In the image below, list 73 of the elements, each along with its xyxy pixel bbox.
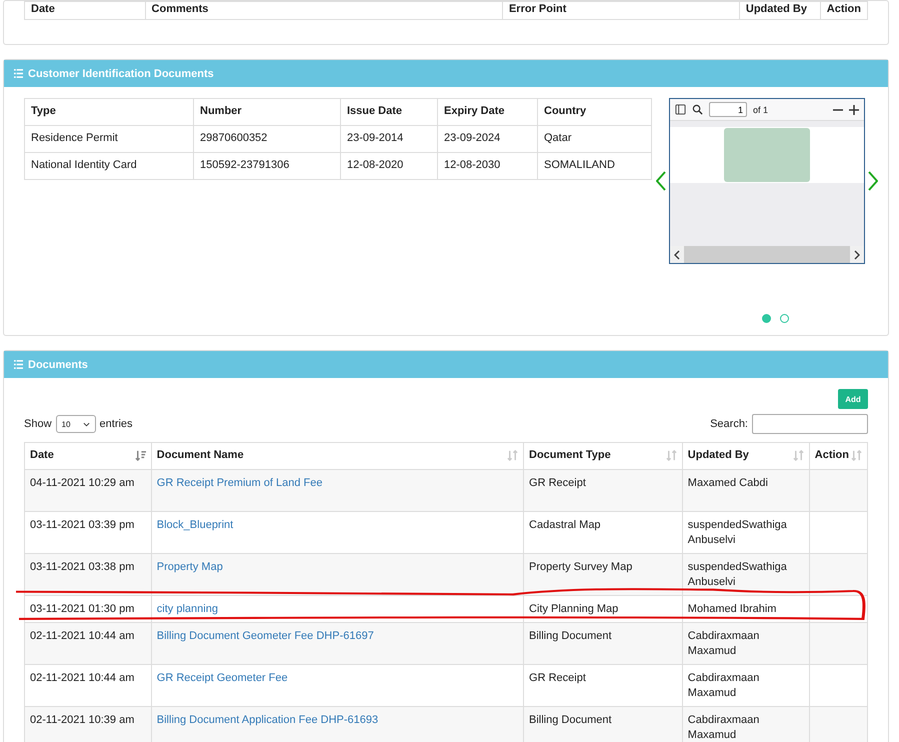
table-cell: Cabdiraxmaan Maxamud bbox=[682, 622, 810, 664]
column-header: Number bbox=[194, 98, 340, 126]
table-cell: suspendedSwathiga Anbuselvi bbox=[682, 554, 810, 596]
table-cell: Residence Permit bbox=[24, 126, 194, 152]
document-link[interactable]: GR Receipt Premium of Land Fee bbox=[156, 477, 322, 489]
table-cell: suspendedSwathiga Anbuselvi bbox=[682, 512, 810, 554]
column-header[interactable]: Date bbox=[30, 449, 54, 461]
list-icon bbox=[14, 69, 23, 78]
table-cell: Cabdiraxmaan Maxamud bbox=[682, 706, 810, 742]
table-cell: 02-11-2021 10:39 am bbox=[24, 706, 152, 742]
panel-title: Customer Identification Documents bbox=[28, 68, 214, 80]
table-cell: 03-11-2021 03:38 pm bbox=[24, 554, 152, 596]
table-cell: Qatar bbox=[538, 126, 652, 152]
search-icon[interactable] bbox=[692, 104, 703, 115]
table-cell: Billing Document bbox=[524, 622, 682, 664]
table-cell: 03-11-2021 03:39 pm bbox=[24, 512, 152, 554]
table-cell: 02-11-2021 10:44 am bbox=[24, 664, 152, 706]
sort-icon[interactable] bbox=[792, 450, 804, 460]
table-cell: GR Receipt bbox=[524, 470, 682, 512]
table-cell: GR Receipt bbox=[524, 664, 682, 706]
search-field[interactable] bbox=[752, 414, 868, 434]
table-cell: 02-11-2021 10:44 am bbox=[24, 622, 152, 664]
scroll-left-icon[interactable] bbox=[674, 250, 680, 260]
table-cell: 12-08-2030 bbox=[438, 152, 538, 180]
table-cell: 23-09-2014 bbox=[340, 126, 438, 152]
document-link[interactable]: Billing Document Geometer Fee DHP-61697 bbox=[156, 630, 374, 642]
document-link[interactable]: Property Map bbox=[156, 561, 223, 573]
document-link[interactable]: GR Receipt Geometer Fee bbox=[156, 672, 288, 684]
column-header: Updated By bbox=[739, 2, 820, 20]
chevron-left-icon[interactable] bbox=[656, 171, 666, 191]
column-header[interactable]: Document Name bbox=[156, 449, 244, 461]
column-header: Expiry Date bbox=[438, 98, 538, 126]
table-cell: SOMALILAND bbox=[538, 152, 652, 180]
search-label: Search: bbox=[710, 418, 748, 430]
entries-label: entries bbox=[100, 418, 133, 430]
column-header: Issue Date bbox=[340, 98, 438, 126]
table-cell: 150592-23791306 bbox=[194, 152, 340, 180]
show-label: Show bbox=[24, 418, 52, 430]
page-size-dropdown[interactable]: 10 bbox=[56, 415, 96, 433]
table-cell: Cabdiraxmaan Maxamud bbox=[682, 664, 810, 706]
column-header: Country bbox=[538, 98, 652, 126]
table-cell: Billing Document bbox=[524, 706, 682, 742]
table-cell: Property Survey Map bbox=[524, 554, 682, 596]
table-cell: 12-08-2020 bbox=[340, 152, 438, 180]
sidebar-toggle-icon[interactable] bbox=[675, 104, 686, 115]
table-cell: 29870600352 bbox=[194, 126, 340, 152]
column-header: Action bbox=[820, 2, 868, 20]
table-cell: Maxamed Cabdi bbox=[682, 470, 810, 512]
table-cell: National Identity Card bbox=[24, 152, 194, 180]
table-cell: 23-09-2024 bbox=[438, 126, 538, 152]
sort-descending-icon[interactable] bbox=[134, 450, 146, 460]
document-link[interactable]: Block_Blueprint bbox=[156, 519, 234, 531]
chevron-down-icon bbox=[82, 422, 90, 426]
add-button[interactable]: Add bbox=[838, 389, 868, 409]
column-header: Error Point bbox=[502, 2, 740, 20]
sort-icon[interactable] bbox=[666, 450, 677, 460]
chevron-right-icon[interactable] bbox=[868, 171, 878, 191]
panel-title: Documents bbox=[28, 358, 88, 370]
table-cell: Cadastral Map bbox=[524, 512, 682, 554]
sort-icon[interactable] bbox=[507, 450, 518, 460]
table-cell: 04-11-2021 10:29 am bbox=[24, 470, 152, 512]
scroll-right-icon[interactable] bbox=[854, 250, 860, 260]
column-header: Comments bbox=[145, 2, 502, 20]
carousel-dot[interactable] bbox=[780, 314, 788, 323]
list-icon bbox=[14, 360, 23, 369]
sort-icon[interactable] bbox=[851, 450, 862, 460]
page-number-field[interactable]: 1 bbox=[709, 102, 747, 117]
zoom-in-icon[interactable] bbox=[849, 104, 859, 114]
column-header: Type bbox=[24, 98, 194, 126]
column-header: Date bbox=[24, 2, 146, 20]
page-count: of 1 bbox=[753, 104, 768, 114]
document-link[interactable]: city planning bbox=[156, 603, 218, 615]
carousel-dot[interactable] bbox=[762, 314, 770, 323]
